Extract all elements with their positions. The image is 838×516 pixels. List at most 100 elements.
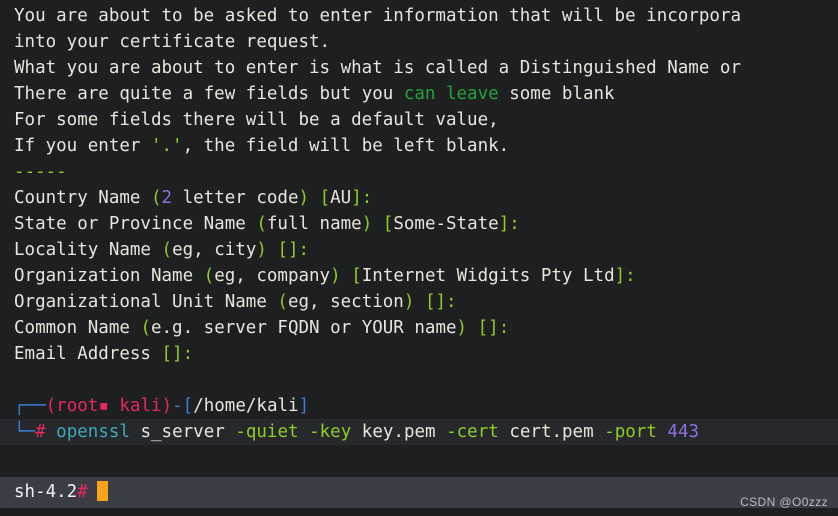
command-subcommand: s_server [140,422,225,442]
output-line-intro-6: If you enter '.', the field will be left… [0,133,838,159]
cmd-space-1 [46,422,57,442]
box-top-left-icon: ┌── [14,396,46,416]
intro-text-4a: There are quite a few fields but [14,84,362,104]
field-space [341,266,352,286]
intro-text-2: into your certificate request. [14,32,331,52]
field-hint: eg, section [287,292,404,312]
cmd-space-4 [299,422,310,442]
field-label: Locality Name [14,240,162,260]
bracket-open: [ [351,266,362,286]
intro-text-6a: If you enter [14,136,151,156]
prompt-hash-symbol: # [35,422,46,442]
field-prompt-country: Country Name (2 letter code) [AU]: [0,185,838,211]
field-colon: : [509,214,520,234]
prompt-host: kali [119,396,162,416]
field-label: Organizational Unit Name [14,292,278,312]
paren-close: ) [298,188,310,208]
shell-prompt-text: sh-4.2 [14,482,78,502]
field-prompt-common-name: Common Name (e.g. server FQDN or YOUR na… [0,315,838,341]
value-port-number: 443 [667,422,700,442]
prompt-user: root [56,396,99,416]
paren-open: ( [140,318,151,338]
field-colon: : [625,266,636,286]
prompt-host-sep [109,396,120,416]
intro-text-4-you: you [361,84,404,104]
intro-dot-literal: '.' [150,136,183,156]
field-prompt-organizational-unit: Organizational Unit Name (eg, section) [… [0,289,838,315]
bracket-open: [ [161,344,173,364]
box-bottom-left-icon: └─ [14,422,36,442]
output-line-intro-5: For some fields there will be a default … [0,107,838,133]
cmd-space-5 [351,422,362,442]
flag-quiet: -quiet [235,422,299,442]
paren-open: ( [161,240,173,260]
field-hint: letter code [172,188,299,208]
value-cert-file: cert.pem [509,422,594,442]
bracket-open: [ [382,214,394,234]
separator-dashes: ----- [14,162,67,182]
field-hint: eg, city [172,240,257,260]
bracket-open: [ [424,292,436,312]
field-hint: full name [266,214,362,234]
output-line-intro-3: What you are about to enter is what is c… [0,55,838,81]
paren-close: ) [403,292,415,312]
cmd-space-8 [594,422,605,442]
intro-text-5: For some fields there will be a default … [14,110,499,130]
cmd-space-2 [130,422,141,442]
command-name: openssl [56,422,130,442]
field-default-value: AU [330,188,352,208]
cmd-space-9 [657,422,668,442]
field-prompt-locality: Locality Name (eg, city) []: [0,237,838,263]
output-line-separator: ----- [0,159,838,185]
value-key-file: key.pem [361,422,436,442]
bracket-close: ] [614,266,626,286]
prompt-line-command[interactable]: └─# openssl s_server -quiet -key key.pem… [0,419,838,445]
bracket-close: ] [488,318,499,338]
paren-close: ) [161,396,173,416]
paren-close: ) [256,240,267,260]
bracket-close: ] [298,396,310,416]
shell-prompt-hash: # [77,482,88,502]
field-label: State or Province Name [14,214,257,234]
intro-highlight-can-leave: can leave [403,84,499,104]
cmd-space-7 [499,422,510,442]
intro-text-3: What you are about to enter is what is c… [14,58,741,78]
bracket-close: ] [498,214,510,234]
paren-close: ) [456,318,468,338]
cmd-space-3 [225,422,236,442]
paren-open: ( [150,188,162,208]
output-line-intro-2: into your certificate request. [0,29,838,55]
shell-prompt-block: ┌──(root▪ kali)-[/home/kali] └─# openssl… [0,393,838,445]
output-line-intro-1: You are about to be asked to enter infor… [0,3,838,29]
bracket-open: [ [319,188,331,208]
field-colon: : [298,240,310,260]
output-blank-line [0,367,838,393]
flag-key: -key [309,422,352,442]
flag-cert: -cert [446,422,499,442]
field-hint: e.g. server FQDN or YOUR name [150,318,457,338]
bracket-close: ] [435,292,447,312]
field-space [372,214,383,234]
field-colon: : [361,188,373,208]
field-label: Country Name [14,188,151,208]
paren-open: ( [256,214,267,234]
field-space [267,240,278,260]
field-colon: : [498,318,510,338]
field-label: Email Address [14,344,162,364]
field-label: Common Name [14,318,141,338]
bracket-close: ] [288,240,299,260]
intro-text-6c: , the field will be left blank. [182,136,510,156]
paren-open: ( [277,292,288,312]
reverse-shell-prompt-row[interactable]: sh-4.2# [0,477,838,508]
bracket-close: ] [172,344,183,364]
intro-text-4c: some blank [498,84,615,104]
terminal-window[interactable]: You are about to be asked to enter infor… [0,0,838,516]
field-prompt-email: Email Address []: [0,341,838,367]
text-cursor [96,481,108,501]
paren-close: ) [361,214,373,234]
output-line-intro-4: There are quite a few fields but you can… [0,81,838,107]
field-space [467,318,478,338]
field-space [414,292,425,312]
bracket-open: [ [277,240,288,260]
cmd-space-6 [436,422,447,442]
